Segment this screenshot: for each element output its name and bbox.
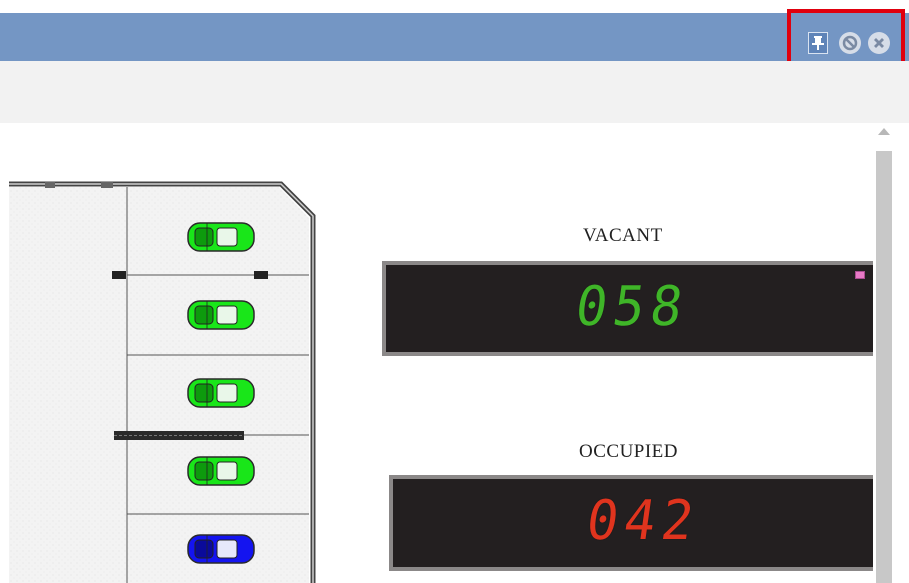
car-spot-5 bbox=[187, 534, 255, 564]
minimize-icon bbox=[842, 35, 858, 51]
parking-canvas: VACANT 058 OCCUPIED 042 bbox=[9, 123, 873, 583]
minimize-button[interactable] bbox=[839, 32, 861, 54]
car-spot-4 bbox=[187, 456, 255, 486]
vacant-count: 058 bbox=[571, 275, 693, 339]
toolbar bbox=[0, 61, 909, 123]
parking-floor-plan bbox=[9, 181, 316, 583]
vacant-label: VACANT bbox=[583, 225, 663, 246]
car-spot-3 bbox=[187, 378, 255, 408]
window-titlebar bbox=[0, 13, 909, 61]
occupied-label: OCCUPIED bbox=[579, 441, 679, 462]
scroll-thumb[interactable] bbox=[876, 151, 892, 583]
close-icon bbox=[874, 38, 884, 48]
vacant-display: 058 bbox=[382, 261, 873, 356]
close-button[interactable] bbox=[868, 32, 890, 54]
pin-icon bbox=[812, 36, 824, 50]
occupied-count: 042 bbox=[582, 489, 704, 553]
car-spot-1 bbox=[187, 222, 255, 252]
window-controls-highlight bbox=[787, 9, 905, 68]
scroll-up-icon[interactable] bbox=[878, 128, 890, 135]
occupied-display: 042 bbox=[389, 475, 873, 571]
car-spot-2 bbox=[187, 300, 255, 330]
vertical-scrollbar[interactable] bbox=[873, 123, 895, 583]
pin-button[interactable] bbox=[808, 32, 828, 54]
display-marker bbox=[855, 271, 865, 279]
